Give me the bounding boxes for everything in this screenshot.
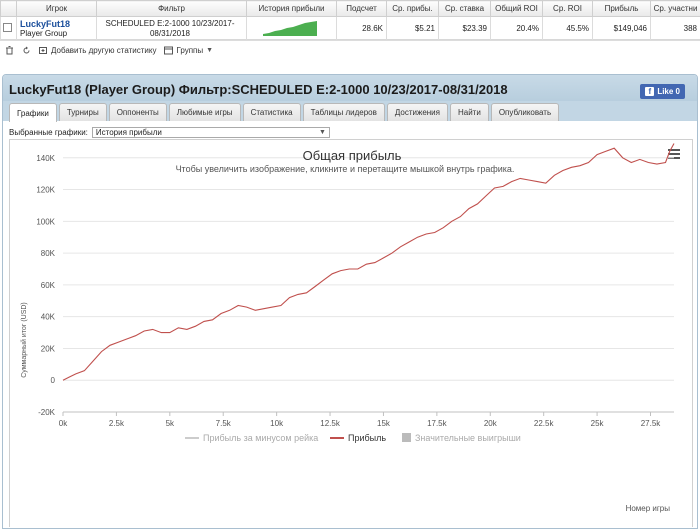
- groups-label: Группы: [176, 45, 204, 55]
- avg-stake-cell: $23.39: [438, 16, 491, 41]
- selected-charts-label: Выбранные графики:: [9, 127, 88, 137]
- x-axis-label: Номер игры: [626, 504, 671, 513]
- x-tick-label: 2.5k: [109, 419, 125, 428]
- chevron-down-icon: ▼: [318, 128, 326, 136]
- y-tick-label: 120K: [36, 186, 55, 195]
- legend-swatch: [402, 433, 411, 442]
- chart-legend: Прибыль за минусом рейка Прибыль Значитель…: [185, 433, 521, 443]
- tab-tournaments[interactable]: Турниры: [58, 103, 107, 121]
- x-tick-label: 17.5k: [427, 419, 448, 428]
- profit-history-sparkline: [246, 16, 337, 41]
- avg-entrants-cell: 388: [650, 16, 700, 41]
- groups-button[interactable]: Группы ▼: [164, 46, 213, 55]
- table-row[interactable]: LuckyFut18 Player Group SCHEDULED E:2-10…: [0, 16, 700, 41]
- profit-cell: $149,046: [592, 16, 651, 41]
- col-header-avg-roi[interactable]: Ср. ROI: [542, 0, 593, 17]
- stats-table: Игрок Фильтр История прибыли Подсчет Ср.…: [0, 0, 700, 41]
- count-cell: 28.6K: [336, 16, 387, 41]
- col-header-filter[interactable]: Фильтр: [96, 0, 247, 17]
- col-header-player[interactable]: Игрок: [16, 0, 97, 17]
- tab-opponents[interactable]: Оппоненты: [108, 103, 167, 121]
- tab-favorite-games[interactable]: Любимые игры: [168, 103, 241, 121]
- player-name-link[interactable]: LuckyFut18: [20, 19, 93, 29]
- panel-tabs: Графики Турниры Оппоненты Любимые игры С…: [3, 101, 697, 122]
- avg-roi-cell: 45.5%: [542, 16, 593, 41]
- groups-icon: [164, 46, 174, 55]
- tab-leaderboards[interactable]: Таблицы лидеров: [302, 103, 385, 121]
- add-stat-button[interactable]: Добавить другую статистику: [39, 46, 156, 55]
- chart-subtitle: Чтобы увеличить изображение, кликните и …: [176, 164, 515, 174]
- filter-cell: SCHEDULED E:2-1000 10/23/2017-08/31/2018: [96, 16, 247, 41]
- avg-profit-cell: $5.21: [386, 16, 439, 41]
- series-line-profit[interactable]: [62, 143, 675, 381]
- chevron-down-icon: ▼: [206, 46, 214, 54]
- x-tick-label: 7.5k: [216, 419, 232, 428]
- y-tick-label: -20K: [38, 408, 56, 417]
- x-tick-label: 20k: [484, 419, 498, 428]
- x-tick-label: 5k: [166, 419, 175, 428]
- player-panel: LuckyFut18 (Player Group) Фильтр:SCHEDUL…: [2, 74, 698, 529]
- y-tick-label: 40K: [41, 313, 56, 322]
- legend-item-label[interactable]: Прибыль за минусом рейка: [203, 433, 318, 443]
- y-tick-label: 80K: [41, 249, 56, 258]
- col-header-avg-entrants[interactable]: Ср. участни: [650, 0, 700, 17]
- stats-toolbar: Добавить другую статистику Группы ▼: [0, 41, 700, 59]
- chart-selector-row: Выбранные графики: История прибыли ▼: [9, 126, 330, 138]
- x-tick-label: 22.5k: [534, 419, 555, 428]
- tab-achievements[interactable]: Достижения: [386, 103, 448, 121]
- facebook-like-button[interactable]: f Like 0: [640, 84, 685, 99]
- like-label: Like 0: [657, 87, 680, 96]
- col-header-total-roi[interactable]: Общий ROI: [490, 0, 543, 17]
- col-header-avg-stake[interactable]: Ср. ставка: [438, 0, 491, 17]
- refresh-icon[interactable]: [22, 46, 31, 55]
- y-tick-label: 0: [51, 376, 56, 385]
- trash-icon[interactable]: [5, 45, 14, 55]
- col-header-select: [0, 0, 17, 17]
- x-tick-label: 12.5k: [320, 419, 341, 428]
- chart-title: Общая прибыль: [303, 148, 402, 163]
- panel-title: LuckyFut18 (Player Group) Фильтр:SCHEDUL…: [9, 81, 508, 97]
- col-header-count[interactable]: Подсчет: [336, 0, 387, 17]
- x-tick-label: 25k: [591, 419, 605, 428]
- player-group-label: Player Group: [20, 29, 68, 38]
- total-roi-cell: 20.4%: [490, 16, 543, 41]
- row-checkbox[interactable]: [2, 23, 12, 32]
- chart-select[interactable]: История прибыли ▼: [91, 126, 330, 138]
- tab-find[interactable]: Найти: [449, 103, 489, 121]
- add-stat-icon: [39, 46, 48, 55]
- x-tick-label: 15k: [377, 419, 391, 428]
- chart-select-value: История прибыли: [95, 127, 162, 137]
- facebook-icon: f: [645, 87, 655, 96]
- y-tick-label: 140K: [36, 154, 55, 163]
- y-tick-label: 100K: [36, 217, 55, 226]
- y-axis-label: Суммарный итог (USD): [20, 302, 28, 378]
- legend-item-label[interactable]: Прибыль: [348, 433, 386, 443]
- tab-statistics[interactable]: Статистика: [242, 103, 301, 121]
- add-stat-label: Добавить другую статистику: [51, 45, 157, 55]
- x-tick-label: 27.5k: [641, 419, 662, 428]
- profit-chart[interactable]: -20K020K40K60K80K100K120K140K160K0k2.5k5…: [9, 139, 693, 527]
- col-header-profit-history[interactable]: История прибыли: [246, 0, 337, 17]
- y-tick-label: 20K: [41, 344, 56, 353]
- y-tick-label: 60K: [41, 281, 56, 290]
- col-header-avg-profit[interactable]: Ср. прибы.: [386, 0, 439, 17]
- col-header-profit[interactable]: Прибыль: [592, 0, 651, 17]
- tab-charts[interactable]: Графики: [9, 103, 57, 122]
- x-tick-label: 10k: [270, 419, 284, 428]
- x-tick-label: 0k: [59, 419, 68, 428]
- chart-svg[interactable]: -20K020K40K60K80K100K120K140K160K0k2.5k5…: [10, 140, 694, 528]
- tab-publish[interactable]: Опубликовать: [490, 103, 560, 121]
- panel-header: LuckyFut18 (Player Group) Фильтр:SCHEDUL…: [3, 75, 697, 103]
- legend-item-label[interactable]: Значительные выигрыши: [415, 433, 521, 443]
